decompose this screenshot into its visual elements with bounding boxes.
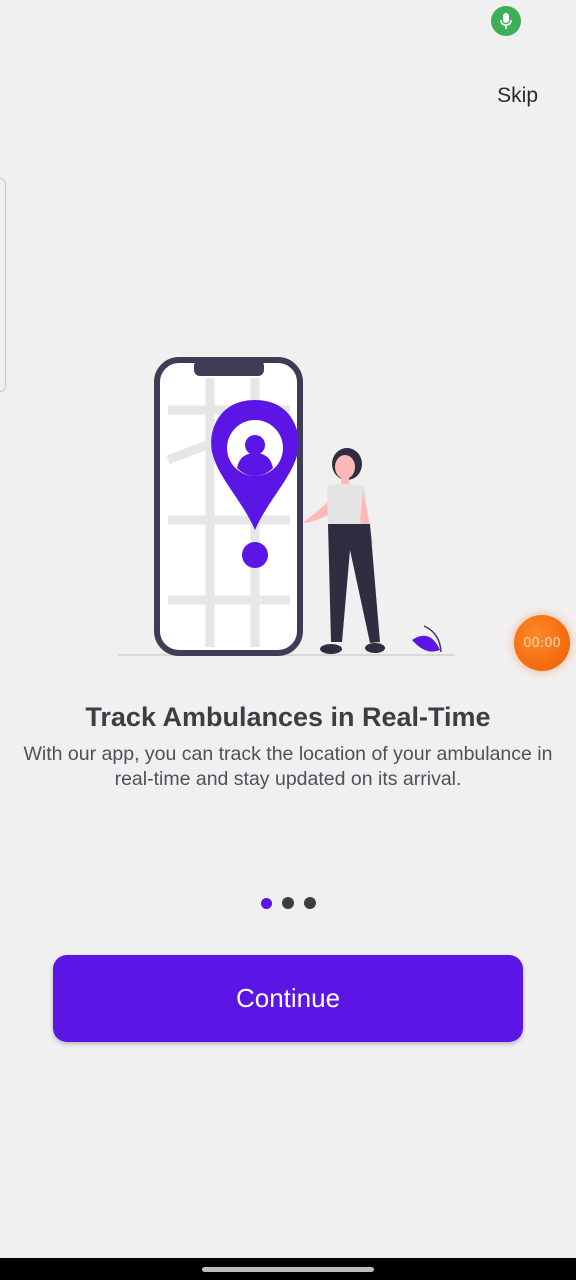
skip-button[interactable]: Skip xyxy=(497,84,538,108)
edge-panel-handle[interactable] xyxy=(0,178,6,392)
phone-location-pin-illustration xyxy=(118,357,455,656)
system-navigation-bar xyxy=(0,1258,576,1280)
recorder-time: 00:00 xyxy=(523,635,561,651)
screen-recorder-bubble[interactable]: 00:00 xyxy=(514,615,570,671)
page-dot-active xyxy=(260,898,272,909)
onboarding-description: With our app, you can track the location… xyxy=(23,743,553,790)
continue-button[interactable]: Continue xyxy=(53,955,523,1042)
page-indicator xyxy=(0,897,576,909)
microphone-indicator xyxy=(491,6,521,36)
microphone-icon xyxy=(500,13,512,29)
onboarding-title: Track Ambulances in Real-Time xyxy=(85,702,491,732)
home-indicator[interactable] xyxy=(202,1267,374,1272)
page-dot xyxy=(281,897,294,909)
page-dot xyxy=(303,897,316,909)
